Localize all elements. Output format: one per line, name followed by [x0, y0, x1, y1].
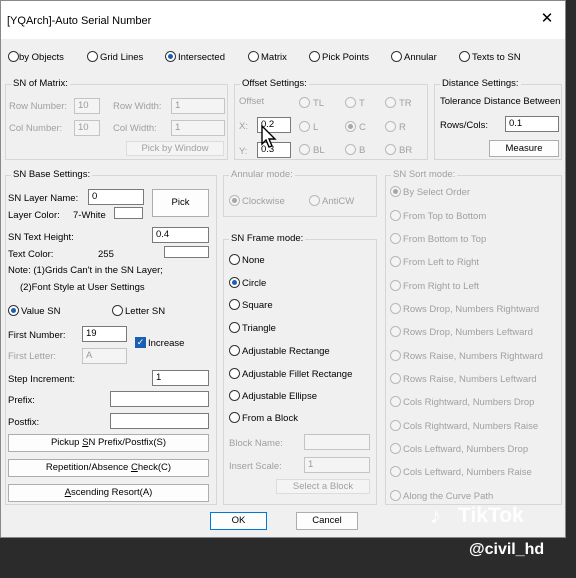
creator-handle: @civil_hd — [469, 541, 545, 558]
text-color-label: Text Color: — [8, 249, 54, 260]
col-number-label: Col Number: — [9, 123, 63, 134]
tolerance-label: Tolerance Distance Between — [440, 96, 561, 107]
step-increment-input[interactable]: 1 — [152, 370, 209, 386]
block-name-input[interactable] — [304, 434, 370, 450]
note-line-1: Note: (1)Grids Can't in the SN Layer; — [8, 265, 163, 276]
title-bar: [YQArch]-Auto Serial Number ✕ — [1, 1, 565, 39]
prefix-label: Prefix: — [8, 395, 35, 406]
first-number-input[interactable]: 19 — [82, 326, 127, 342]
rows-cols-input[interactable]: 0.1 — [505, 116, 559, 132]
frame-mode-group: SN Frame mode: None Circle Square Triang… — [223, 233, 377, 505]
insert-scale-label: Insert Scale: — [229, 461, 282, 472]
pick-by-window-button[interactable]: Pick by Window — [126, 141, 224, 156]
layer-color-value: 7-White — [73, 210, 106, 221]
y-label: Y: — [239, 146, 248, 157]
layer-name-input[interactable]: 0 — [88, 189, 144, 205]
matrix-group: SN of Matrix: Row Number: 10 Row Width: … — [5, 78, 228, 160]
distance-group: Distance Settings: Tolerance Distance Be… — [434, 78, 562, 160]
ascending-resort-button[interactable]: Ascending Resort(A) — [8, 484, 209, 502]
layer-name-label: SN Layer Name: — [8, 193, 79, 204]
radio[interactable] — [459, 51, 470, 62]
col-number-input[interactable]: 10 — [74, 120, 100, 136]
text-color-swatch[interactable] — [164, 246, 209, 258]
sort-group-title: SN Sort mode: — [391, 169, 458, 180]
first-number-label: First Number: — [8, 330, 66, 341]
frame-group-title: SN Frame mode: — [229, 233, 306, 244]
offset-group-title: Offset Settings: — [240, 78, 309, 89]
first-letter-input[interactable]: A — [82, 348, 127, 364]
col-width-input[interactable]: 1 — [171, 120, 225, 136]
pickup-prefix-postfix-button[interactable]: Pickup SN Prefix/Postfix(S) — [8, 434, 209, 452]
base-settings-group: SN Base Settings: SN Layer Name: 0 Pick … — [5, 169, 217, 505]
radio[interactable] — [248, 51, 259, 62]
radio[interactable] — [309, 51, 320, 62]
layer-color-swatch[interactable] — [114, 207, 143, 219]
repetition-absence-check-button[interactable]: Repetition/Absence Check(C) — [8, 459, 209, 477]
x-label: X: — [239, 121, 248, 132]
matrix-group-title: SN of Matrix: — [11, 78, 70, 89]
tiktok-label: TikTok — [458, 504, 524, 527]
radio[interactable] — [8, 51, 19, 62]
auto-serial-number-dialog: [YQArch]-Auto Serial Number ✕ by Objects… — [0, 0, 566, 538]
select-a-block-button[interactable]: Select a Block — [276, 479, 370, 494]
sort-mode-group: SN Sort mode: By Select Order From Top t… — [385, 169, 562, 505]
cancel-button[interactable]: Cancel — [296, 512, 358, 530]
ok-button[interactable]: OK — [210, 512, 267, 530]
annular-group-title: Annular mode: — [229, 169, 295, 180]
distance-group-title: Distance Settings: — [440, 78, 521, 89]
first-letter-label: First Letter: — [8, 351, 57, 362]
text-height-label: SN Text Height: — [8, 232, 74, 243]
row-width-label: Row Width: — [113, 101, 162, 112]
mouse-cursor-icon — [261, 125, 277, 148]
base-group-title: SN Base Settings: — [11, 169, 93, 180]
row-number-input[interactable]: 10 — [74, 98, 100, 114]
close-icon[interactable]: ✕ — [539, 11, 555, 27]
radio[interactable] — [391, 51, 402, 62]
rows-cols-label: Rows/Cols: — [440, 120, 489, 131]
text-height-input[interactable]: 0.4 — [152, 227, 209, 243]
tiktok-logo-icon: ♪ — [430, 503, 441, 528]
col-width-label: Col Width: — [113, 123, 157, 134]
prefix-input[interactable] — [110, 391, 209, 407]
step-increment-label: Step Increment: — [8, 374, 76, 385]
text-color-value: 255 — [98, 249, 114, 260]
row-width-input[interactable]: 1 — [171, 98, 225, 114]
layer-color-label: Layer Color: — [8, 210, 60, 221]
window-title: [YQArch]-Auto Serial Number — [7, 15, 152, 27]
check-icon[interactable]: ✓ — [135, 337, 146, 348]
row-number-label: Row Number: — [9, 101, 68, 112]
insert-scale-input[interactable]: 1 — [304, 457, 370, 473]
note-line-2: (2)Font Style at User Settings — [20, 282, 145, 293]
pick-layer-button[interactable]: Pick — [152, 189, 209, 217]
annular-group: Annular mode: Clockwise AntiCW — [223, 169, 377, 217]
postfix-label: Postfix: — [8, 417, 40, 428]
offset-label: Offset — [239, 96, 265, 107]
radio[interactable] — [165, 51, 176, 62]
offset-group: Offset Settings: Offset X: 0.2 Y: 0.3 TL… — [234, 78, 428, 160]
postfix-input[interactable] — [110, 413, 209, 429]
measure-button[interactable]: Measure — [489, 140, 559, 157]
block-name-label: Block Name: — [229, 438, 283, 449]
radio[interactable] — [87, 51, 98, 62]
